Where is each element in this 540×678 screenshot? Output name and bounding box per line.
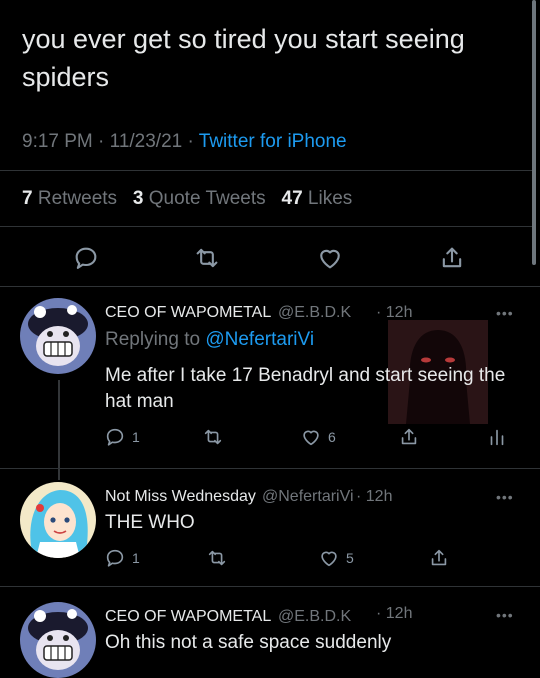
replying-to: Replying to @NefertariVi: [105, 329, 314, 351]
likes-count: 47: [281, 188, 303, 209]
avatar-clown-icon: [20, 298, 96, 374]
reply-time[interactable]: · 12h: [356, 488, 392, 506]
divider: [0, 586, 540, 587]
reply-author-handle[interactable]: @E.B.D.K: [278, 304, 351, 322]
avatar-clown-icon: [20, 602, 96, 678]
share-icon: [401, 428, 417, 445]
share-icon: [431, 549, 447, 566]
tweet-source-link[interactable]: Twitter for iPhone: [199, 131, 347, 152]
tweet-date: 11/23/21: [109, 131, 183, 152]
quote-tweets-stat[interactable]: 3 Quote Tweets: [133, 188, 266, 209]
reply-icon: [106, 549, 124, 567]
heart-icon: [320, 249, 340, 269]
replying-to-mention[interactable]: @NefertariVi: [205, 329, 314, 350]
likes-label: Likes: [307, 188, 353, 209]
divider: [0, 468, 540, 469]
reply-author-name[interactable]: CEO OF WAPOMETAL: [105, 304, 271, 322]
retweet-icon: [196, 248, 218, 268]
retweet-button[interactable]: [202, 426, 224, 448]
scrollbar[interactable]: [532, 0, 536, 265]
avatar[interactable]: [20, 298, 96, 374]
tweet-time: 9:17 PM: [22, 131, 93, 152]
divider: [0, 226, 532, 227]
retweets-count: 7: [22, 188, 33, 209]
like-button[interactable]: 6: [300, 426, 336, 448]
retweets-stat[interactable]: 7 Retweets: [22, 188, 117, 209]
reply-author-name[interactable]: CEO OF WAPOMETAL: [105, 608, 271, 626]
heart-icon: [321, 551, 337, 567]
reply-time[interactable]: · 12h: [376, 605, 412, 623]
quotes-count: 3: [132, 188, 144, 209]
reply-icon: [106, 428, 124, 446]
analytics-button[interactable]: [486, 426, 508, 448]
retweet-button[interactable]: [192, 243, 222, 273]
likes-stat[interactable]: 47 Likes: [282, 188, 353, 209]
like-button[interactable]: 5: [318, 547, 354, 569]
replying-to-label: Replying to: [105, 329, 201, 350]
thread-line: [58, 380, 60, 480]
meta-separator: ·: [187, 131, 194, 152]
reply-author-name[interactable]: Not Miss Wednesday: [105, 488, 256, 506]
reply-text: Oh this not a safe space suddenly: [105, 632, 392, 653]
reply-button[interactable]: 1: [104, 547, 140, 569]
share-button[interactable]: [398, 426, 420, 448]
share-button[interactable]: [437, 243, 467, 273]
reply-count: 1: [132, 550, 140, 566]
reply-icon: [75, 247, 97, 269]
like-count: 6: [328, 429, 336, 445]
like-count: 5: [346, 550, 354, 566]
share-button[interactable]: [428, 547, 450, 569]
divider: [0, 286, 540, 287]
retweet-icon: [204, 429, 222, 445]
tweet-stats: 7 Retweets 3 Quote Tweets 47 Likes: [22, 188, 352, 210]
retweets-label: Retweets: [37, 188, 118, 209]
tweet-text: you ever get so tired you start seeing s…: [22, 24, 465, 92]
avatar[interactable]: [20, 602, 96, 678]
analytics-icon: [490, 429, 504, 446]
retweet-button[interactable]: [206, 547, 228, 569]
reply-count: 1: [132, 429, 140, 445]
divider: [0, 170, 532, 171]
reply-text: THE WHO: [105, 512, 195, 533]
reply-author-handle[interactable]: @NefertariVi: [262, 488, 354, 506]
more-options-icon[interactable]: •••: [496, 489, 514, 505]
tweet-timestamp: 9:17 PM · 11/23/21 · Twitter for iPhone: [22, 131, 347, 153]
reply-button[interactable]: 1: [104, 426, 140, 448]
like-button[interactable]: [315, 243, 345, 273]
reply-text: Me after I take 17 Benadryl and start se…: [105, 365, 506, 412]
heart-icon: [303, 430, 319, 446]
reply-author-handle[interactable]: @E.B.D.K: [278, 608, 351, 626]
share-icon: [442, 247, 462, 268]
avatar[interactable]: [20, 482, 96, 558]
more-options-icon[interactable]: •••: [496, 305, 514, 321]
meta-separator: ·: [98, 131, 105, 152]
retweet-icon: [208, 550, 226, 566]
quotes-label: Quote Tweets: [148, 188, 266, 209]
reply-button[interactable]: [71, 243, 101, 273]
more-options-icon[interactable]: •••: [496, 607, 514, 623]
avatar-blue-hair-icon: [20, 482, 96, 558]
